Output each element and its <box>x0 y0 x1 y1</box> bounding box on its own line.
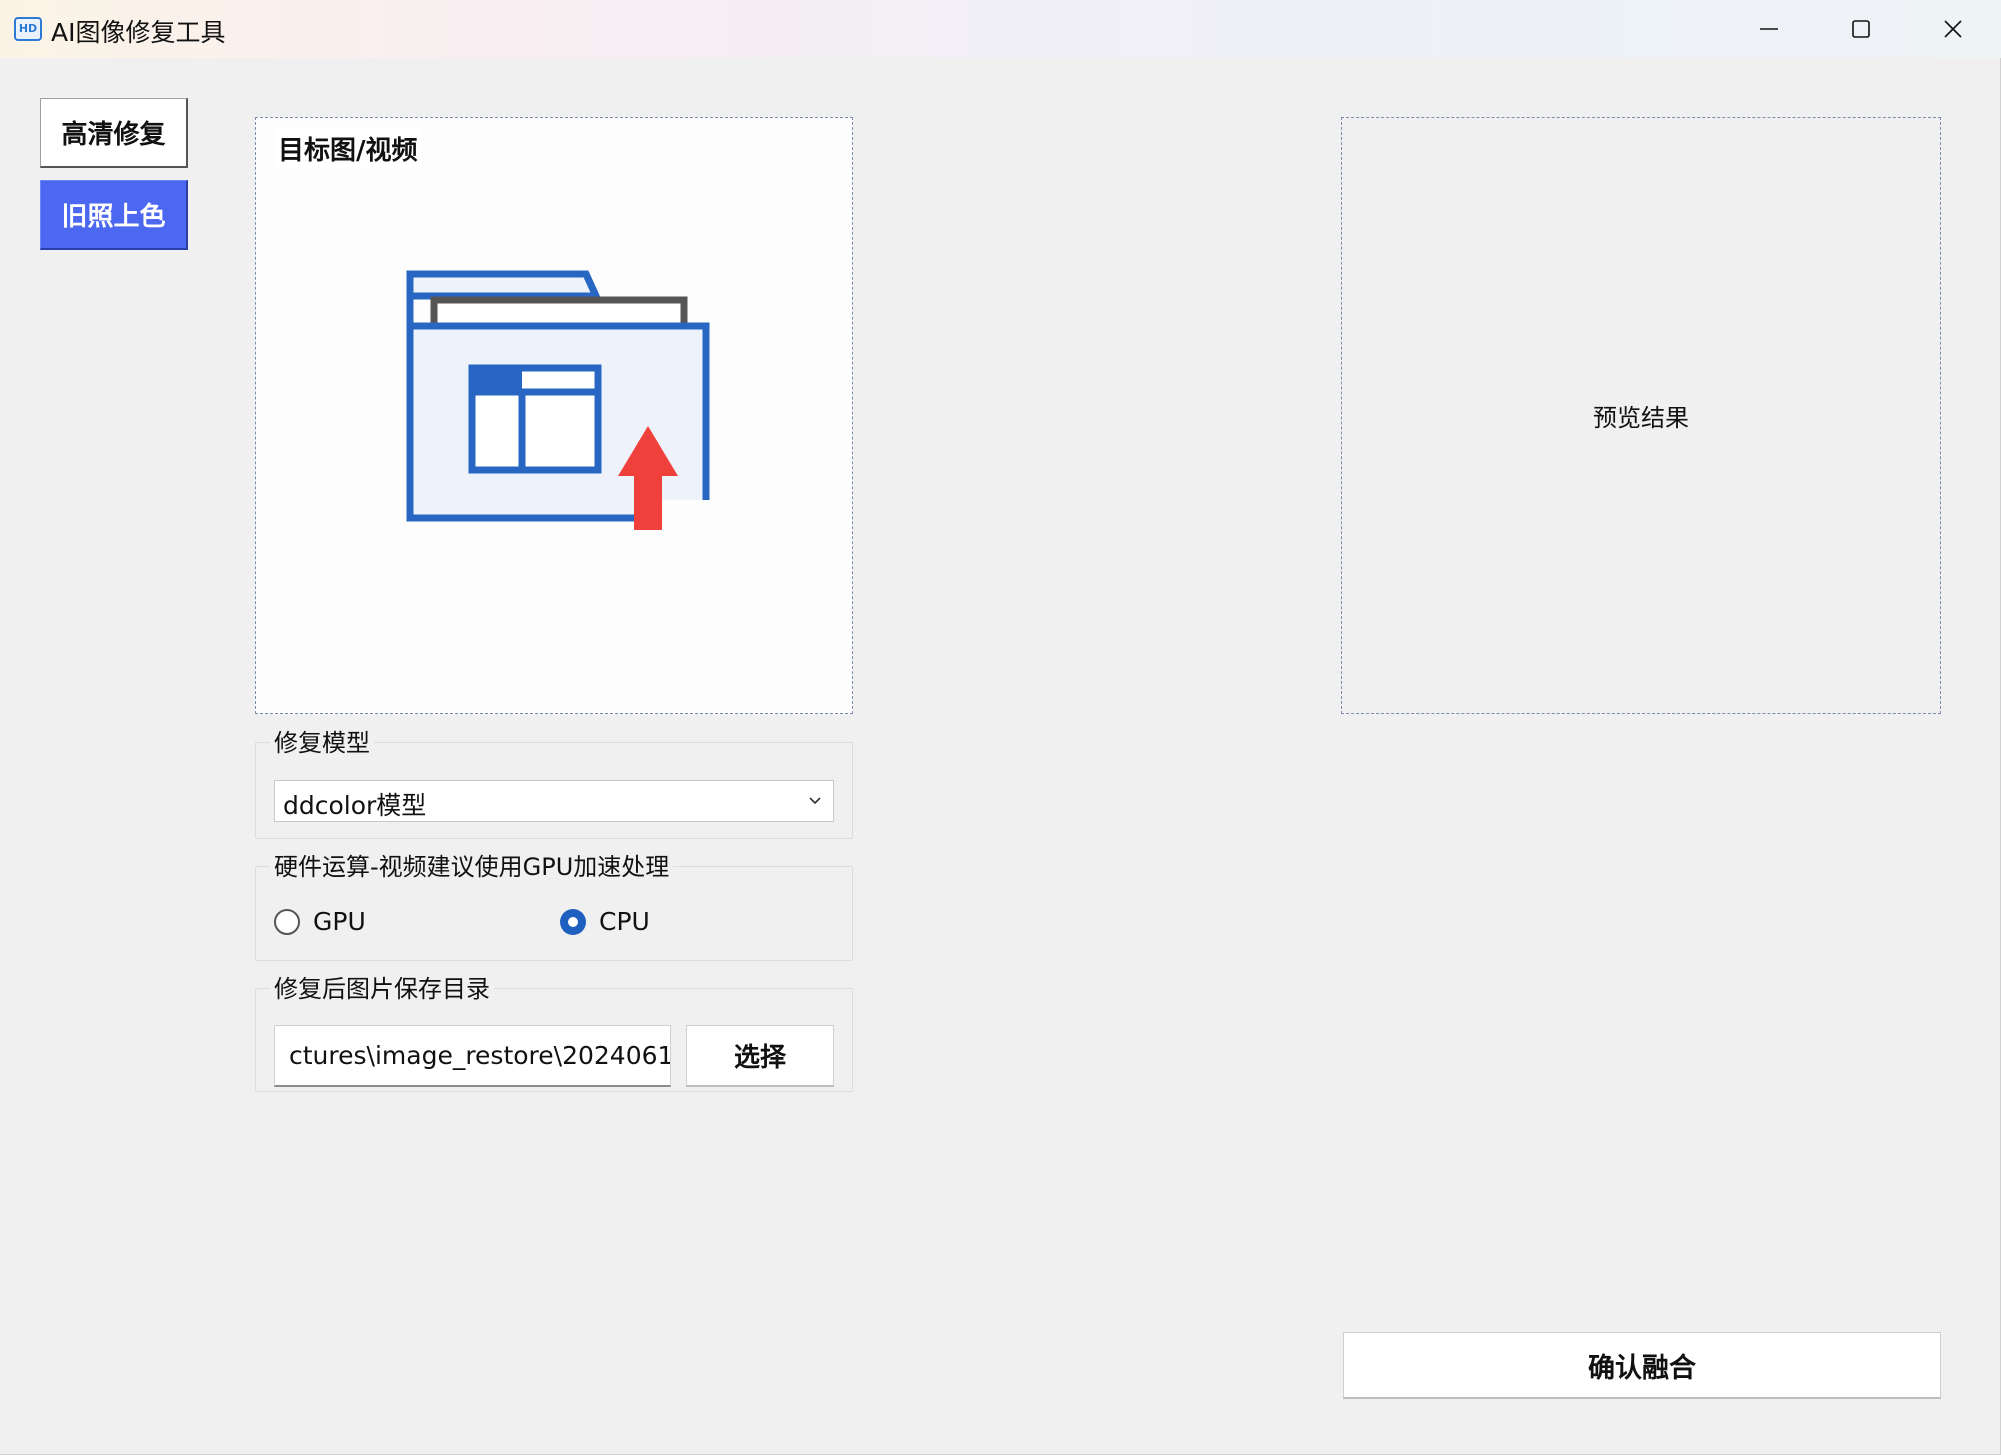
sidebar-item-hd-restore[interactable]: 高清修复 <box>40 98 188 168</box>
maximize-icon <box>1852 20 1870 38</box>
cpu-radio-label: CPU <box>599 907 650 936</box>
maximize-button[interactable] <box>1815 0 1907 58</box>
choose-dir-button[interactable]: 选择 <box>686 1025 834 1087</box>
confirm-fuse-button[interactable]: 确认融合 <box>1343 1332 1941 1399</box>
save-path-input[interactable]: ctures\image_restore\20240616 <box>274 1025 671 1087</box>
app-logo-icon: HD <box>14 17 42 41</box>
sidebar-item-colorize[interactable]: 旧照上色 <box>40 180 188 250</box>
folder-upload-icon <box>406 270 714 530</box>
app-window: HD AI图像修复工具 高清修复 旧照上色 目标图/视频 预览结果 修复模型 d… <box>0 0 2001 1455</box>
model-select-value: ddcolor模型 <box>283 791 427 820</box>
minimize-icon <box>1760 28 1778 30</box>
gpu-radio[interactable]: GPU <box>274 907 366 936</box>
hardware-group: 硬件运算-视频建议使用GPU加速处理 GPU CPU <box>255 847 853 961</box>
model-group: 修复模型 ddcolor模型 <box>255 723 853 839</box>
title-bar[interactable]: HD AI图像修复工具 <box>0 0 2001 58</box>
radio-unchecked-icon <box>274 908 300 935</box>
minimize-button[interactable] <box>1723 0 1815 58</box>
radio-checked-icon <box>560 908 586 935</box>
close-icon <box>1944 20 1962 38</box>
preview-panel: 预览结果 <box>1341 117 1941 714</box>
save-dir-group: 修复后图片保存目录 ctures\image_restore\20240616 … <box>255 969 853 1092</box>
preview-placeholder-text: 预览结果 <box>1593 404 1689 432</box>
close-button[interactable] <box>1907 0 1999 58</box>
save-dir-group-title: 修复后图片保存目录 <box>270 969 494 1004</box>
hardware-group-title: 硬件运算-视频建议使用GPU加速处理 <box>270 847 674 882</box>
window-title: AI图像修复工具 <box>51 18 226 47</box>
chevron-down-icon <box>809 797 821 805</box>
cpu-radio[interactable]: CPU <box>560 907 650 936</box>
model-select[interactable]: ddcolor模型 <box>274 780 834 822</box>
upload-drop-area[interactable]: 目标图/视频 <box>255 117 853 714</box>
gpu-radio-label: GPU <box>313 907 366 936</box>
upload-label: 目标图/视频 <box>274 128 422 169</box>
model-group-title: 修复模型 <box>270 723 374 758</box>
